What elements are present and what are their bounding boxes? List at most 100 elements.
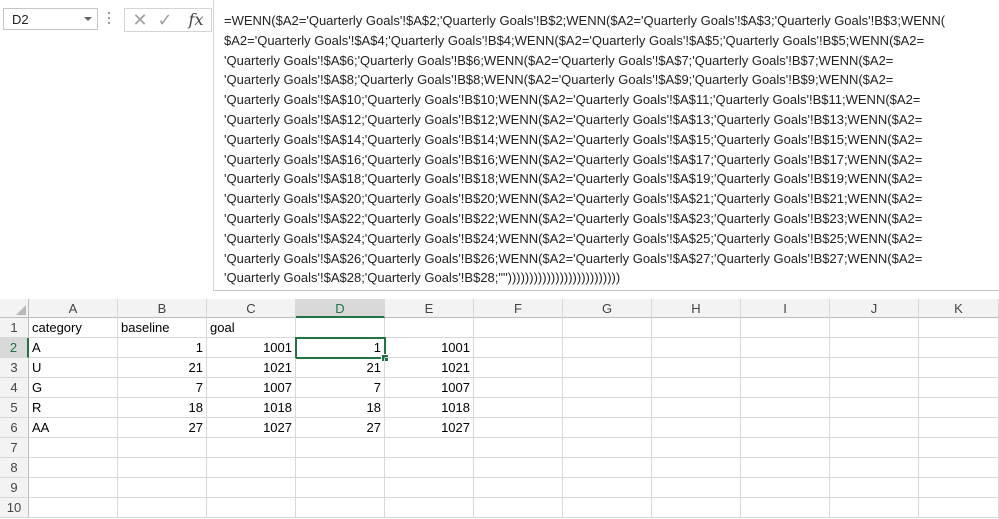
column-header-c[interactable]: C — [207, 299, 296, 318]
cell-j2[interactable] — [830, 338, 919, 358]
cell-j3[interactable] — [830, 358, 919, 378]
cell-i10[interactable] — [741, 498, 830, 518]
cell-e1[interactable] — [385, 318, 474, 338]
cell-j6[interactable] — [830, 418, 919, 438]
column-header-b[interactable]: B — [118, 299, 207, 318]
cell-i8[interactable] — [741, 458, 830, 478]
row-header-10[interactable]: 10 — [0, 498, 29, 518]
row-header-9[interactable]: 9 — [0, 478, 29, 498]
row-header-5[interactable]: 5 — [0, 398, 29, 418]
cell-b8[interactable] — [118, 458, 207, 478]
cell-h6[interactable] — [652, 418, 741, 438]
cell-b10[interactable] — [118, 498, 207, 518]
cell-b2[interactable]: 1 — [118, 338, 207, 358]
cell-h9[interactable] — [652, 478, 741, 498]
cell-d8[interactable] — [296, 458, 385, 478]
column-header-g[interactable]: G — [563, 299, 652, 318]
cell-e7[interactable] — [385, 438, 474, 458]
cell-g9[interactable] — [563, 478, 652, 498]
cell-e3[interactable]: 1021 — [385, 358, 474, 378]
cell-d5[interactable]: 18 — [296, 398, 385, 418]
cell-b7[interactable] — [118, 438, 207, 458]
cell-k3[interactable] — [919, 358, 999, 378]
cell-b6[interactable]: 27 — [118, 418, 207, 438]
cell-k10[interactable] — [919, 498, 999, 518]
cell-c10[interactable] — [207, 498, 296, 518]
cell-e6[interactable]: 1027 — [385, 418, 474, 438]
cell-j1[interactable] — [830, 318, 919, 338]
cell-b1[interactable]: baseline — [118, 318, 207, 338]
cell-a2[interactable]: A — [29, 338, 118, 358]
cell-j5[interactable] — [830, 398, 919, 418]
cell-h4[interactable] — [652, 378, 741, 398]
row-header-7[interactable]: 7 — [0, 438, 29, 458]
cell-g4[interactable] — [563, 378, 652, 398]
cell-i6[interactable] — [741, 418, 830, 438]
cell-a1[interactable]: category — [29, 318, 118, 338]
cell-b3[interactable]: 21 — [118, 358, 207, 378]
cell-h2[interactable] — [652, 338, 741, 358]
cell-e4[interactable]: 1007 — [385, 378, 474, 398]
formula-bar[interactable]: =WENN($A2='Quarterly Goals'!$A$2;'Quarte… — [213, 0, 999, 291]
cell-g2[interactable] — [563, 338, 652, 358]
cell-e9[interactable] — [385, 478, 474, 498]
active-cell-d2[interactable]: 1 — [295, 337, 386, 359]
name-box[interactable]: D2 — [3, 8, 98, 30]
cell-e10[interactable] — [385, 498, 474, 518]
cell-c5[interactable]: 1018 — [207, 398, 296, 418]
cell-a5[interactable]: R — [29, 398, 118, 418]
resize-handle-icon[interactable] — [108, 9, 111, 29]
row-header-4[interactable]: 4 — [0, 378, 29, 398]
cell-i2[interactable] — [741, 338, 830, 358]
cell-g5[interactable] — [563, 398, 652, 418]
cell-c6[interactable]: 1027 — [207, 418, 296, 438]
cell-i3[interactable] — [741, 358, 830, 378]
cell-j7[interactable] — [830, 438, 919, 458]
cell-g3[interactable] — [563, 358, 652, 378]
column-header-f[interactable]: F — [474, 299, 563, 318]
cell-b9[interactable] — [118, 478, 207, 498]
cell-h8[interactable] — [652, 458, 741, 478]
cell-k1[interactable] — [919, 318, 999, 338]
column-header-k[interactable]: K — [919, 299, 999, 318]
cell-g10[interactable] — [563, 498, 652, 518]
chevron-down-icon[interactable] — [84, 17, 92, 21]
cell-k6[interactable] — [919, 418, 999, 438]
cell-j8[interactable] — [830, 458, 919, 478]
cell-f10[interactable] — [474, 498, 563, 518]
cell-i7[interactable] — [741, 438, 830, 458]
cell-d7[interactable] — [296, 438, 385, 458]
cell-a3[interactable]: U — [29, 358, 118, 378]
cell-c8[interactable] — [207, 458, 296, 478]
cell-f1[interactable] — [474, 318, 563, 338]
column-header-a[interactable]: A — [29, 299, 118, 318]
cell-g6[interactable] — [563, 418, 652, 438]
enter-check-icon[interactable]: ✓ — [153, 9, 177, 31]
insert-function-icon[interactable]: fx — [183, 9, 209, 31]
cell-c3[interactable]: 1021 — [207, 358, 296, 378]
cell-d4[interactable]: 7 — [296, 378, 385, 398]
cell-g7[interactable] — [563, 438, 652, 458]
cell-k2[interactable] — [919, 338, 999, 358]
cell-d1[interactable] — [296, 318, 385, 338]
cell-f6[interactable] — [474, 418, 563, 438]
cell-d3[interactable]: 21 — [296, 358, 385, 378]
column-header-j[interactable]: J — [830, 299, 919, 318]
cell-f5[interactable] — [474, 398, 563, 418]
cell-h3[interactable] — [652, 358, 741, 378]
cell-e8[interactable] — [385, 458, 474, 478]
cell-f8[interactable] — [474, 458, 563, 478]
cell-c9[interactable] — [207, 478, 296, 498]
cell-a4[interactable]: G — [29, 378, 118, 398]
cell-k7[interactable] — [919, 438, 999, 458]
cell-f9[interactable] — [474, 478, 563, 498]
cell-a6[interactable]: AA — [29, 418, 118, 438]
cell-b4[interactable]: 7 — [118, 378, 207, 398]
cell-a7[interactable] — [29, 438, 118, 458]
cell-k8[interactable] — [919, 458, 999, 478]
cell-i5[interactable] — [741, 398, 830, 418]
cell-j4[interactable] — [830, 378, 919, 398]
cell-g8[interactable] — [563, 458, 652, 478]
cell-h7[interactable] — [652, 438, 741, 458]
cell-f2[interactable] — [474, 338, 563, 358]
